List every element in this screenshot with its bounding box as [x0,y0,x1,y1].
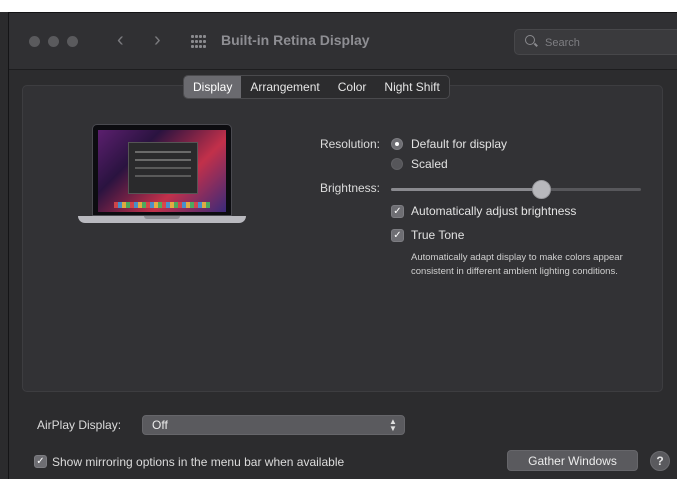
auto-brightness-label[interactable]: Automatically adjust brightness [411,204,576,218]
back-chevron-icon[interactable]: ‹ [117,28,124,52]
resolution-scaled-radio[interactable] [391,158,403,170]
close-button[interactable] [29,36,40,47]
airplay-select[interactable]: Off ▲ ▼ [142,415,405,435]
resolution-scaled-label[interactable]: Scaled [411,157,448,171]
brightness-fill [391,188,541,191]
true-tone-label[interactable]: True Tone [411,228,464,242]
window-title: Built-in Retina Display [221,32,370,48]
updown-chevron-icon: ▲ ▼ [389,417,397,433]
forward-chevron-icon[interactable]: › [154,28,161,52]
minimize-button[interactable] [48,36,59,47]
search-icon [525,35,535,45]
show-all-grid-icon[interactable] [191,35,206,48]
airplay-value: Off [152,418,168,432]
auto-brightness-checkbox[interactable]: ✓ [391,205,404,218]
top-strip [0,0,677,12]
tab-bar: Display Arrangement Color Night Shift [183,75,450,99]
resolution-label: Resolution: [319,137,380,151]
airplay-label: AirPlay Display: [37,418,122,432]
brightness-label: Brightness: [319,181,380,195]
true-tone-checkbox[interactable]: ✓ [391,229,404,242]
mirroring-checkbox[interactable]: ✓ [34,455,47,468]
zoom-button[interactable] [67,36,78,47]
true-tone-description: Automatically adapt display to make colo… [411,252,623,277]
resolution-default-radio[interactable] [391,138,403,150]
laptop-screen [98,130,226,212]
title-bar: ‹ › Built-in Retina Display [9,13,677,70]
screen-dock [114,202,210,208]
gather-windows-button[interactable]: Gather Windows [507,450,638,471]
brightness-knob[interactable] [532,180,551,199]
tab-color[interactable]: Color [329,76,376,98]
resolution-default-label[interactable]: Default for display [411,137,507,151]
mirroring-label[interactable]: Show mirroring options in the menu bar w… [52,455,344,469]
search-field[interactable] [514,29,677,55]
laptop-lid [92,124,232,216]
help-button[interactable]: ? [650,451,670,471]
tab-night-shift[interactable]: Night Shift [375,76,448,98]
screen-window [128,142,198,194]
tab-display[interactable]: Display [184,76,242,98]
laptop-base [78,216,246,223]
tab-arrangement[interactable]: Arrangement [241,76,328,98]
search-input[interactable] [543,34,677,52]
brightness-slider[interactable] [391,180,641,199]
